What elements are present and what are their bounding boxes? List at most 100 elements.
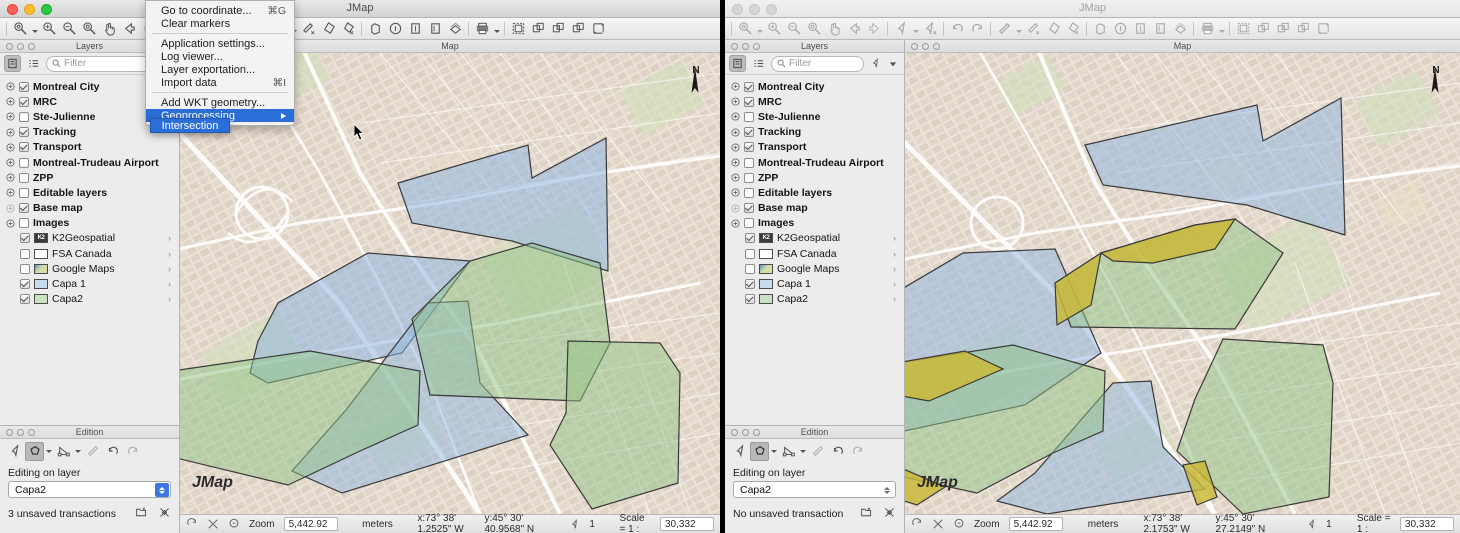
layers-filter-input[interactable]: Filter xyxy=(46,56,157,72)
layer-row[interactable]: FSA Canada› xyxy=(725,246,904,261)
select-arrow-icon[interactable] xyxy=(891,19,911,38)
layer-style-icon[interactable] xyxy=(1170,19,1190,38)
draw-polygon-dropdown-icon[interactable] xyxy=(45,442,53,461)
geoprocessing-union-icon[interactable] xyxy=(528,19,548,38)
measure-dropdown-icon[interactable] xyxy=(1014,19,1023,38)
layer-tree-right[interactable]: Montreal CityMRCSte-JulienneTrackingTran… xyxy=(725,75,904,425)
layer-options-chevron-right-icon[interactable]: › xyxy=(168,249,171,259)
menu-item[interactable]: Layer exportation... xyxy=(146,63,294,76)
locate-icon[interactable] xyxy=(953,518,965,530)
layer-checkbox[interactable] xyxy=(744,203,754,213)
edit-undo-icon[interactable] xyxy=(103,442,122,461)
layer-options-chevron-right-icon[interactable]: › xyxy=(168,279,171,289)
layer-checkbox[interactable] xyxy=(745,233,755,243)
layer-checkbox[interactable] xyxy=(19,142,29,152)
measure-icon[interactable] xyxy=(994,19,1014,38)
extrude-icon[interactable] xyxy=(1090,19,1110,38)
geoprocessing-difference-icon[interactable] xyxy=(1293,19,1313,38)
menu-item[interactable]: Add WKT geometry... xyxy=(146,96,294,109)
draw-polygon-dropdown-icon[interactable] xyxy=(770,442,778,461)
layer-row[interactable]: FSA Canada› xyxy=(0,246,179,261)
layer-checkbox[interactable] xyxy=(19,82,29,92)
pan-hand-icon[interactable] xyxy=(824,19,844,38)
zoom-value-field[interactable]: 5,442.92 xyxy=(284,517,338,531)
undo-icon[interactable] xyxy=(947,19,967,38)
edit-redo-icon[interactable] xyxy=(848,442,867,461)
geoprocessing-union-icon[interactable] xyxy=(1253,19,1273,38)
layer-row[interactable]: Capa 1› xyxy=(0,276,179,291)
edit-node-icon[interactable] xyxy=(54,442,73,461)
zoom-in-icon[interactable] xyxy=(764,19,784,38)
save-transactions-icon[interactable] xyxy=(135,506,148,522)
expand-icon[interactable] xyxy=(6,158,15,167)
layer-checkbox[interactable] xyxy=(19,218,29,228)
geoprocessing-difference-icon[interactable] xyxy=(568,19,588,38)
layer-row[interactable]: Ste-Julienne xyxy=(725,109,904,124)
zoom-tool-dropdown-icon[interactable] xyxy=(30,19,39,38)
layer-style-icon[interactable] xyxy=(445,19,465,38)
geoprocessing-intersect-icon[interactable] xyxy=(1273,19,1293,38)
measure-clear-icon[interactable] xyxy=(1023,19,1043,38)
menu-item-intersection[interactable]: Intersection xyxy=(151,119,229,132)
layer-row[interactable]: Editable layers xyxy=(0,185,179,200)
layer-checkbox[interactable] xyxy=(19,127,29,137)
layer-row[interactable]: Google Maps› xyxy=(0,261,179,276)
layer-checkbox[interactable] xyxy=(19,97,29,107)
expand-icon[interactable] xyxy=(6,188,15,197)
layer-checkbox[interactable] xyxy=(19,112,29,122)
tag-icon[interactable] xyxy=(1043,19,1063,38)
layer-checkbox[interactable] xyxy=(744,142,754,152)
edit-undo-icon[interactable] xyxy=(828,442,847,461)
zoom-out-icon[interactable] xyxy=(784,19,804,38)
layer-options-chevron-right-icon[interactable]: › xyxy=(893,279,896,289)
layer-checkbox[interactable] xyxy=(744,218,754,228)
menu-item[interactable]: Clear markers xyxy=(146,17,294,30)
layer-checkbox[interactable] xyxy=(744,112,754,122)
edit-node-icon[interactable] xyxy=(779,442,798,461)
layer-options-chevron-right-icon[interactable]: › xyxy=(893,264,896,274)
print-dropdown-icon[interactable] xyxy=(492,19,501,38)
scale-value-field[interactable]: 30,332 xyxy=(1400,517,1454,531)
locate-icon[interactable] xyxy=(228,518,240,530)
edit-node-dropdown-icon[interactable] xyxy=(74,442,82,461)
layer-row[interactable]: ZPP xyxy=(0,170,179,185)
edit-attributes-icon[interactable] xyxy=(83,442,102,461)
expand-icon[interactable] xyxy=(731,143,740,152)
expand-icon[interactable] xyxy=(6,112,15,121)
zoom-value-field[interactable]: 5,442.92 xyxy=(1009,517,1063,531)
menu-item[interactable]: Log viewer... xyxy=(146,50,294,63)
layer-row[interactable]: Images xyxy=(725,216,904,231)
geoprocessing-buffer-icon[interactable] xyxy=(1233,19,1253,38)
back-arrow-icon[interactable] xyxy=(844,19,864,38)
stepper-icon[interactable] xyxy=(155,483,169,497)
geoprocessing-buffer-icon[interactable] xyxy=(508,19,528,38)
tag-remove-icon[interactable] xyxy=(1063,19,1083,38)
edit-select-arrow-icon[interactable] xyxy=(730,442,749,461)
layer-checkbox[interactable] xyxy=(744,97,754,107)
tag-remove-icon[interactable] xyxy=(338,19,358,38)
geoprocessing-clip-icon[interactable] xyxy=(588,19,608,38)
zoom-extent-icon[interactable] xyxy=(804,19,824,38)
edition-toolbar[interactable] xyxy=(725,439,904,463)
expand-icon[interactable] xyxy=(731,219,740,228)
layer-row[interactable]: Capa2› xyxy=(725,292,904,307)
deselect-icon[interactable] xyxy=(920,19,940,38)
info-icon[interactable] xyxy=(385,19,405,38)
layer-checkbox[interactable] xyxy=(19,203,29,213)
layer-options-chevron-right-icon[interactable]: › xyxy=(168,294,171,304)
menu-item[interactable]: Import data⌘I xyxy=(146,76,294,89)
tag-icon[interactable] xyxy=(318,19,338,38)
layer-row[interactable]: Capa 1› xyxy=(725,276,904,291)
attribute-alt-icon[interactable] xyxy=(425,19,445,38)
expand-icon[interactable] xyxy=(731,158,740,167)
tree-view-toggle-icon[interactable] xyxy=(729,55,746,72)
layer-row[interactable]: MRC xyxy=(725,94,904,109)
edit-node-dropdown-icon[interactable] xyxy=(799,442,807,461)
expand-icon[interactable] xyxy=(6,219,15,228)
edition-actions[interactable] xyxy=(860,506,896,522)
zoom-tool-icon[interactable] xyxy=(10,19,30,38)
expand-icon[interactable] xyxy=(731,173,740,182)
redo-icon[interactable] xyxy=(967,19,987,38)
discard-transactions-icon[interactable] xyxy=(883,506,896,522)
fit-extent-icon[interactable] xyxy=(207,518,219,530)
